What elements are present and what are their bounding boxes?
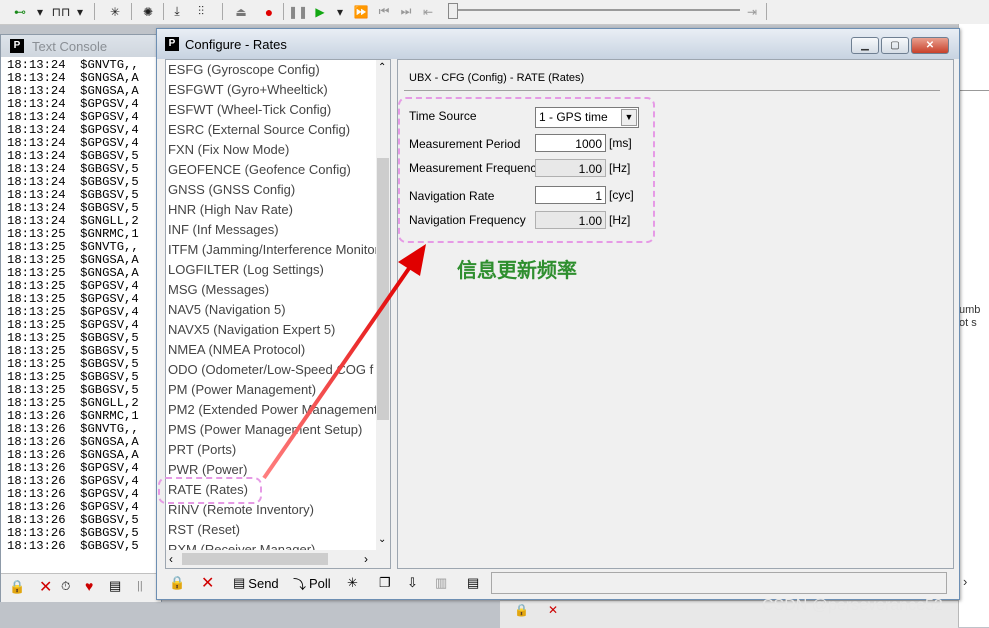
annotation-arrow [262,244,426,480]
watermark: CSDN @perseverance52 [762,597,943,614]
annotation-label: 信息更新频率 [457,258,577,282]
